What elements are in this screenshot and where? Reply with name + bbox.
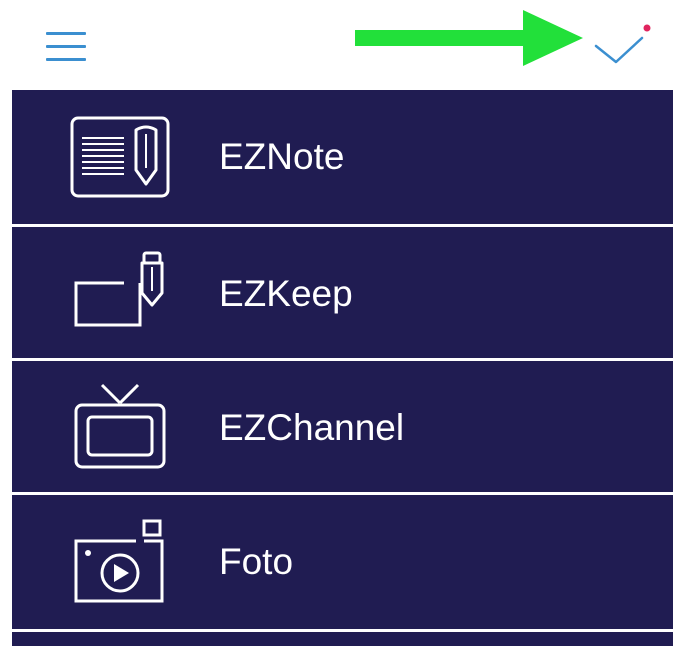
menu-item-ezkeep[interactable]: EZKeep	[12, 227, 673, 361]
hamburger-menu-icon[interactable]	[46, 32, 86, 64]
menu-item-label: Foto	[219, 541, 294, 582]
menu-item-label: EZNote	[219, 136, 345, 177]
app-screen: EZNote EZKeep EZChannel Foto	[0, 0, 673, 646]
divider	[12, 629, 673, 632]
top-bar	[0, 0, 673, 90]
menu-item-foto[interactable]: Foto	[12, 495, 673, 629]
menu-item-ezchannel[interactable]: EZChannel	[12, 361, 673, 495]
checkmark-icon	[594, 24, 651, 64]
menu-item-eznote[interactable]: EZNote	[12, 90, 673, 224]
keep-pencil-icon	[74, 251, 164, 327]
notification-dot	[643, 24, 651, 32]
app-menu: EZNote EZKeep EZChannel Foto	[12, 90, 673, 646]
menu-item-label: EZKeep	[219, 273, 353, 314]
note-pencil-icon	[70, 116, 170, 198]
confirm-button[interactable]	[592, 20, 654, 72]
photo-camera-icon	[74, 519, 164, 603]
tv-icon	[74, 383, 166, 469]
menu-item-label: EZChannel	[219, 407, 405, 448]
green-arrow-pointer	[355, 10, 583, 66]
